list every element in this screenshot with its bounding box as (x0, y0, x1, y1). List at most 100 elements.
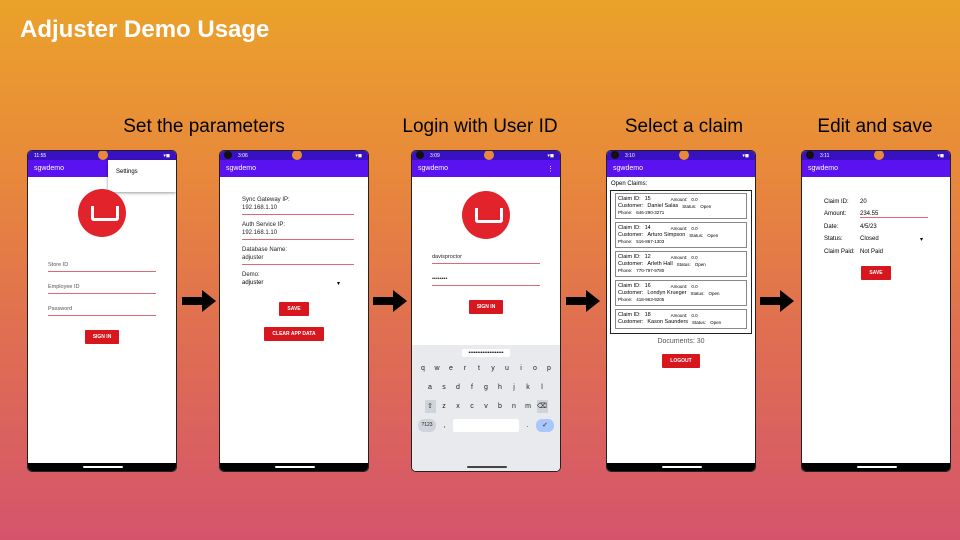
keyboard-row-4: ?123 , . ✓ (412, 419, 560, 432)
home-pill[interactable] (83, 466, 123, 468)
claim-paid-row: Claim Paid: Not Paid (824, 249, 950, 255)
claim-card[interactable]: Claim ID: 15 Amount: 0.0 Customer: Daniel Sa… (615, 193, 747, 219)
clear-app-data-button[interactable]: CLEAR APP DATA (264, 327, 324, 341)
step-label-edit: Edit and save (817, 116, 933, 137)
key[interactable]: v (481, 400, 492, 413)
amount-label: Amount: (670, 283, 688, 289)
overflow-menu-icon[interactable]: ⋮ (547, 165, 554, 173)
sign-in-button[interactable]: SIGN IN (84, 330, 120, 344)
logout-button[interactable]: LOGOUT (662, 354, 700, 368)
phone-label: Phone: (618, 268, 633, 273)
key[interactable]: j (509, 381, 520, 394)
user-id-input[interactable]: davisproctor (432, 251, 540, 264)
menu-item-settings[interactable]: Settings (116, 169, 138, 175)
camera-hole-icon (416, 151, 424, 159)
key[interactable]: o (530, 362, 541, 375)
comma-key[interactable]: , (439, 419, 450, 432)
amount-row: Amount: 234.55 (824, 211, 950, 218)
auth-service-input[interactable]: 192.168.1.10 (242, 230, 354, 240)
key[interactable]: m (523, 400, 534, 413)
key[interactable]: u (502, 362, 513, 375)
key[interactable]: g (481, 381, 492, 394)
key[interactable]: t (474, 362, 485, 375)
dropdown-arrow-icon[interactable]: ▾ (920, 236, 923, 243)
claim-id-value: 18 (644, 312, 651, 318)
key[interactable]: d (453, 381, 464, 394)
employee-id-field[interactable]: Employee ID (48, 281, 156, 294)
status-select[interactable]: Closed (860, 236, 920, 243)
key[interactable]: e (446, 362, 457, 375)
claim-paid-value[interactable]: Not Paid (860, 249, 883, 255)
shift-key[interactable]: ⇧ (424, 400, 436, 413)
claims-list: Claim ID: 15 Amount: 0.0 Customer: Daniel Sa… (610, 190, 752, 334)
phone-value: 646-290-3271 (636, 210, 665, 215)
key[interactable]: w (432, 362, 443, 375)
amount-label: Amount: (824, 211, 847, 217)
key[interactable]: n (509, 400, 520, 413)
status-time: 3:10 (625, 152, 635, 159)
key[interactable]: k (523, 381, 534, 394)
amount-label: Amount: (670, 196, 688, 202)
home-pill[interactable] (275, 466, 315, 468)
signal-icon: ▾◼ (547, 152, 554, 159)
check-icon[interactable]: ✓ (536, 419, 554, 432)
phone-settings-menu: 11:55 ▾◼ sgwdemo Settings Store ID Emplo… (27, 150, 177, 472)
store-id-field[interactable]: Store ID (48, 259, 156, 272)
symbols-key[interactable]: ?123 (418, 419, 436, 432)
onscreen-keyboard: •••••••••••••••••••• q w e r t y u i o p… (412, 345, 560, 463)
backspace-key[interactable]: ⌫ (536, 400, 548, 413)
key[interactable]: p (544, 362, 555, 375)
key[interactable]: y (488, 362, 499, 375)
amount-label: Amount: (670, 225, 688, 231)
period-key[interactable]: . (522, 419, 533, 432)
key[interactable]: r (460, 362, 471, 375)
save-button[interactable]: SAVE (279, 302, 309, 316)
documents-count: Documents: 30 (657, 338, 705, 345)
save-button[interactable]: SAVE (861, 266, 891, 280)
phone-login: 3:09 ▾◼ sgwdemo ⋮ davisproctor •••••••• … (411, 150, 561, 472)
sign-in-button[interactable]: SIGN IN (468, 300, 504, 314)
claim-id-value: 14 (644, 225, 651, 231)
space-key[interactable] (453, 419, 519, 432)
key[interactable]: l (537, 381, 548, 394)
password-field[interactable]: Password (48, 303, 156, 316)
password-suggestion[interactable]: •••••••••••••••••••• (462, 349, 510, 357)
key[interactable]: h (495, 381, 506, 394)
claim-card[interactable]: Claim ID: 14 Amount: 0.0 Customer: Arturo Si… (615, 222, 747, 248)
date-value[interactable]: 4/5/23 (860, 224, 877, 230)
key[interactable]: b (495, 400, 506, 413)
status-bar: 3:09 ▾◼ (412, 151, 560, 160)
sync-gateway-input[interactable]: 192.168.1.10 (242, 205, 354, 215)
amount-input[interactable]: 234.55 (860, 211, 928, 218)
key[interactable]: i (516, 362, 527, 375)
claim-card[interactable]: Claim ID: 12 Amount: 0.0 Customer: Arleth Ha… (615, 251, 747, 277)
amount-label: Amount: (670, 254, 688, 260)
key[interactable]: x (453, 400, 464, 413)
key[interactable]: a (425, 381, 436, 394)
key[interactable]: s (439, 381, 450, 394)
arrow-right-icon (373, 290, 407, 312)
home-pill[interactable] (662, 466, 702, 468)
app-title: sgwdemo (613, 165, 643, 172)
database-name-input[interactable]: adjuster (242, 255, 354, 265)
couchbase-logo-icon (462, 191, 510, 239)
key[interactable]: q (418, 362, 429, 375)
home-pill[interactable] (467, 466, 507, 468)
status-label: Status: (682, 203, 697, 209)
claim-card[interactable]: Claim ID: 18 Amount: 0.0 Customer: Kason Sau… (615, 309, 747, 329)
key[interactable]: z (439, 400, 450, 413)
claim-id-value: 12 (644, 254, 651, 260)
key[interactable]: c (467, 400, 478, 413)
key[interactable]: f (467, 381, 478, 394)
demo-select[interactable]: adjuster ▾ (242, 280, 340, 287)
open-claims-heading: Open Claims: (611, 181, 648, 187)
camera-hole-icon (806, 151, 814, 159)
slide-title: Adjuster Demo Usage (20, 16, 270, 43)
customer-label: Customer: (618, 261, 644, 267)
demo-select-value: adjuster (242, 280, 264, 286)
app-bar: sgwdemo ⋮ (412, 160, 560, 177)
keyboard-row-1: q w e r t y u i o p (412, 362, 560, 375)
home-pill[interactable] (857, 466, 897, 468)
claim-card[interactable]: Claim ID: 16 Amount: 0.0 Customer: Londyn Kr… (615, 280, 747, 306)
password-input[interactable]: •••••••• (432, 273, 540, 286)
